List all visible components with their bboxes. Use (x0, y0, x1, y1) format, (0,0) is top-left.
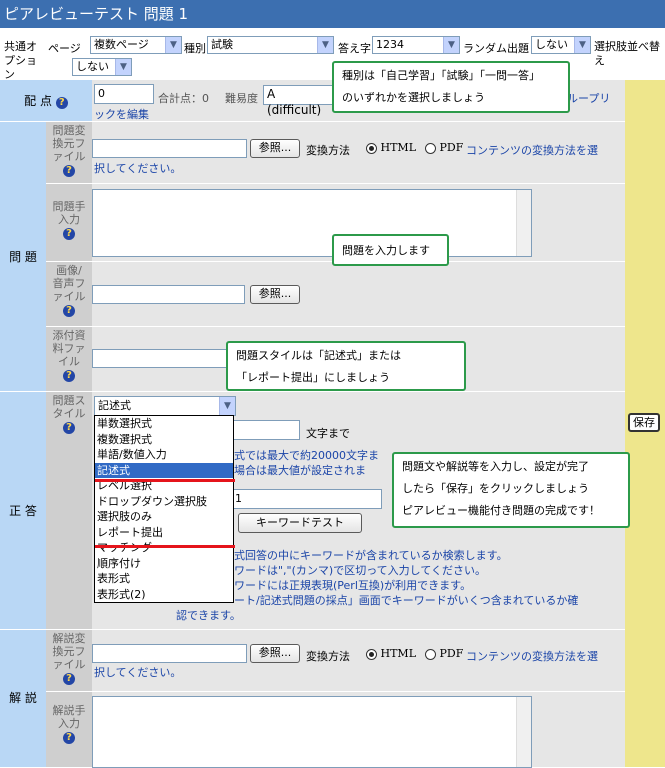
question-media-row: 参照... (92, 262, 625, 327)
keyword-help-3: ワードには正規表現(Perl互換)が利用できます。 (234, 579, 472, 592)
answer-chars-select[interactable]: 1234 ▼ (372, 36, 460, 54)
chevron-down-icon: ▼ (115, 59, 131, 75)
difficulty-label: 難易度 (225, 92, 258, 105)
scrollbar[interactable] (516, 697, 531, 767)
pdf-radio[interactable]: PDF (425, 141, 463, 154)
keyword-input[interactable]: 1 (232, 489, 382, 509)
html-radio[interactable]: HTML (366, 647, 416, 660)
style-option[interactable]: 単数選択式 (95, 416, 233, 432)
chevron-down-icon: ▼ (443, 37, 459, 53)
explanation-convert-file-label: 解説変換元ファイル ? (46, 630, 92, 692)
explanation-section-label: 解 説 (0, 630, 46, 767)
highlight-underline (95, 545, 235, 548)
char-limit-note-2: 場合は最大値が設定されま (234, 464, 366, 477)
char-limit-suffix: 文字まで (306, 427, 350, 440)
random-label: ランダム出題 (463, 42, 529, 55)
chevron-down-icon: ▼ (317, 37, 333, 53)
question-textarea[interactable] (92, 189, 532, 257)
difficulty-select[interactable]: A (difficult) (263, 85, 333, 117)
random-select[interactable]: しない ▼ (531, 36, 591, 54)
convert-method-link-2[interactable]: 択してください。 (94, 160, 181, 176)
convert-method-link[interactable]: コンテンツの変換方法を選 (466, 648, 598, 664)
style-option[interactable]: レポート提出 (95, 525, 233, 541)
style-option[interactable]: 表形式 (95, 571, 233, 587)
chevron-down-icon: ▼ (165, 37, 181, 53)
media-file-input[interactable] (92, 285, 245, 304)
help-icon[interactable]: ? (63, 228, 75, 240)
answer-chars-label: 答え字 (338, 42, 371, 55)
explanation-manual-input-label: 解説手入力 ? (46, 692, 92, 767)
total-score: 合計点：0 (158, 92, 209, 105)
shuffle-select[interactable]: しない ▼ (72, 58, 132, 76)
page-title: ピアレビューテスト 問題 1 (0, 0, 665, 28)
style-hint-callout: 問題スタイルは「記述式」または 「レポート提出」にしましょう (226, 341, 466, 391)
question-manual-input-label: 問題手入力 ? (46, 184, 92, 262)
question-style-select[interactable]: 記述式 ▼ (94, 396, 236, 416)
rubric-edit-link[interactable]: ックを編集 (94, 106, 149, 122)
common-options-label: 共通オプション (4, 40, 37, 81)
convert-method-link[interactable]: コンテンツの変換方法を選 (466, 142, 598, 158)
help-icon[interactable]: ? (55, 97, 68, 109)
question-convert-row: 参照... 変換方法 HTML PDF コンテンツの変換方法を選 択してください… (92, 122, 625, 184)
explanation-file-input[interactable] (92, 644, 247, 663)
pdf-radio[interactable]: PDF (425, 647, 463, 660)
style-option[interactable]: 表形式(2) (95, 587, 233, 603)
convert-method-label: 変換方法 (306, 144, 350, 157)
type-hint-callout: 種別は「自己学習」「試験」「一問一答」 のいずれかを選択しましょう (332, 61, 570, 113)
style-option[interactable]: ドロップダウン選択肢 (95, 494, 233, 510)
style-option[interactable]: 複数選択式 (95, 432, 233, 448)
page-label: ページ (48, 42, 81, 55)
explanation-browse-button[interactable]: 参照... (250, 644, 300, 663)
convert-method-link-2[interactable]: 択してください。 (94, 664, 181, 680)
question-attach-file-label: 添付資料ファイル ? (46, 327, 92, 392)
save-hint-callout: 問題文や解説等を入力し、設定が完了 したら「保存」をクリックしましょう ピアレビュー… (392, 452, 630, 528)
explanation-manual-row (92, 692, 625, 768)
question-media-file-label: 画像/音声ファイル ? (46, 262, 92, 327)
question-section-label: 問 題 (0, 122, 46, 392)
style-option[interactable]: 単語/数値入力 (95, 447, 233, 463)
help-icon[interactable]: ? (63, 422, 75, 434)
help-icon[interactable]: ? (63, 305, 75, 317)
answer-section-label: 正 答 (0, 392, 46, 630)
type-select[interactable]: 試験 ▼ (207, 36, 334, 54)
html-radio[interactable]: HTML (366, 141, 416, 154)
help-icon[interactable]: ? (63, 673, 75, 685)
question-hint-callout: 問題を入力します (332, 234, 449, 266)
keyword-help-2: ワードは","(カンマ)で区切って入力してください。 (234, 564, 486, 577)
score-label-cell: 配 点 ? (0, 80, 92, 122)
keyword-test-button[interactable]: キーワードテスト (238, 513, 362, 533)
chevron-down-icon: ▼ (219, 397, 235, 415)
question-convert-file-label: 問題変換元ファイル ? (46, 122, 92, 184)
help-icon[interactable]: ? (63, 732, 75, 744)
explanation-convert-row: 参照... 変換方法 HTML PDF コンテンツの変換方法を選 択してください… (92, 630, 625, 692)
page-select[interactable]: 複数ページ ▼ (90, 36, 182, 54)
attach-file-input[interactable] (92, 349, 245, 368)
media-browse-button[interactable]: 参照... (250, 285, 300, 304)
question-style-label: 問題スタイル ? (46, 392, 92, 630)
question-browse-button[interactable]: 参照... (250, 139, 300, 158)
keyword-help-5: 認できます。 (176, 609, 241, 622)
keyword-help-1: 式回答の中にキーワードが含まれているか検索します。 (234, 549, 508, 562)
convert-method-label: 変換方法 (306, 650, 350, 663)
help-icon[interactable]: ? (63, 370, 75, 382)
shuffle-label: 選択肢並べ替え (594, 40, 660, 67)
keyword-help-4: ート/記述式問題の採点」画面でキーワードがいくつ含まれているか確 (234, 594, 579, 607)
help-icon[interactable]: ? (63, 165, 75, 177)
question-file-input[interactable] (92, 139, 247, 158)
style-option[interactable]: 選択肢のみ (95, 509, 233, 525)
char-limit-input[interactable] (232, 420, 300, 440)
style-option[interactable]: 順序付け (95, 556, 233, 572)
score-input[interactable]: 0 (94, 84, 154, 104)
save-button[interactable]: 保存 (628, 413, 660, 432)
chevron-down-icon: ▼ (574, 37, 590, 53)
explanation-textarea[interactable] (92, 696, 532, 768)
rubric-link[interactable]: ループリ (567, 90, 610, 106)
highlight-underline (95, 479, 235, 482)
type-label: 種別 (184, 42, 206, 55)
char-limit-note-1: 式では最大で約20000文字ま (234, 449, 379, 462)
style-option-selected[interactable]: 記述式 (95, 462, 233, 478)
question-style-options[interactable]: 単数選択式 複数選択式 単語/数値入力 記述式 レベル選択 ドロップダウン選択肢… (94, 415, 234, 603)
scrollbar[interactable] (516, 190, 531, 256)
